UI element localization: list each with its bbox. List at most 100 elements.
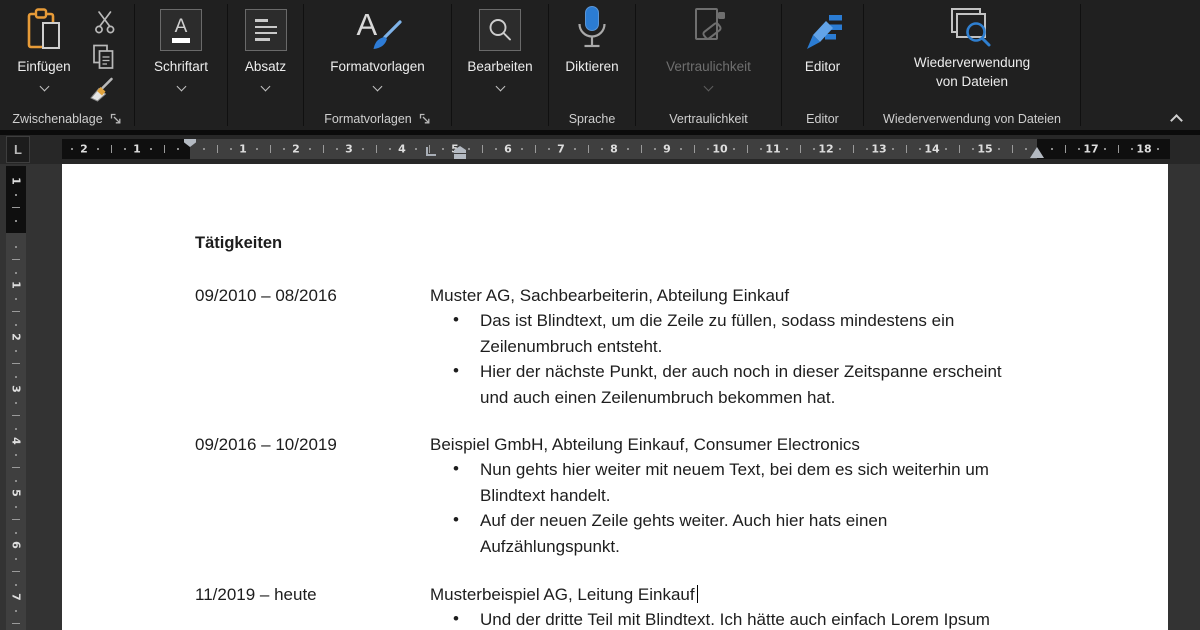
paragraph-icon <box>244 9 287 51</box>
sensitivity-group-label: Vertraulichkeit <box>669 112 748 126</box>
entry-title[interactable]: Beispiel GmbH, Abteilung Einkauf, Consum… <box>430 434 860 455</box>
copy-icon <box>92 44 113 69</box>
ruler-number: 12 <box>818 142 834 156</box>
ruler-tick <box>998 148 1001 150</box>
ruler-tick <box>375 145 377 153</box>
bullet-glyph[interactable]: • <box>453 309 459 330</box>
collapse-ribbon-button[interactable] <box>1170 113 1183 127</box>
cut-button[interactable] <box>90 6 120 38</box>
ruler-tick <box>110 145 112 153</box>
ruler-tick <box>1130 148 1133 150</box>
reuse-files-button[interactable]: Wiederverwendung von Dateien <box>864 2 1080 106</box>
tab-stop-marker[interactable] <box>426 147 436 156</box>
bullet-line[interactable]: Zeilenumbruch entsteht. <box>480 336 662 357</box>
ruler-tick <box>15 402 17 404</box>
bullet-line[interactable]: Und der dritte Teil mit Blindtext. Ich h… <box>480 609 990 630</box>
ruler-tick <box>15 194 17 196</box>
dictate-button-label: Diktieren <box>565 59 619 74</box>
ribbon-group-font: A Schriftart <box>135 0 227 130</box>
styles-button[interactable]: A Formatvorlagen <box>304 2 451 106</box>
ruler-tick <box>12 207 20 208</box>
ruler-number: 1 <box>239 142 247 156</box>
ruler-row: L 2 1 1 2 3 4 5 6 7 8 9 10 11 12 13 14 15 17 18 <box>0 135 1200 164</box>
paste-button[interactable]: Einfügen <box>2 2 86 106</box>
bullet-line[interactable]: Auf der neuen Zeile gehts weiter. Auch h… <box>480 510 887 531</box>
reuse-files-button-label: Wiederverwendung von Dateien <box>913 55 1031 89</box>
reuse-files-group-label: Wiederverwendung von Dateien <box>883 112 1061 126</box>
ruler-tick <box>150 148 153 150</box>
ruler-tick <box>746 145 748 153</box>
horizontal-ruler[interactable]: 2 1 1 2 3 4 5 6 7 8 9 10 11 12 13 14 15 17 18 <box>62 139 1170 159</box>
editor-button[interactable]: Editor <box>782 2 863 106</box>
ribbon-group-editing: Bearbeiten <box>452 0 548 130</box>
ruler-tick <box>176 148 179 150</box>
bullet-line[interactable]: und auch einen Zeilenumbruch bekommen ha… <box>480 387 835 408</box>
magnifier-icon <box>479 9 521 51</box>
ruler-tick <box>282 148 285 150</box>
bullet-line[interactable]: Aufzählungspunkt. <box>480 536 620 557</box>
bullet-glyph[interactable]: • <box>453 458 459 479</box>
sensitivity-icon <box>636 2 781 55</box>
ruler-tick <box>945 148 948 150</box>
entry-date[interactable]: 09/2016 – 10/2019 <box>195 434 337 455</box>
dialog-launcher-icon[interactable] <box>110 113 122 125</box>
ruler-number: 1 <box>9 281 23 289</box>
ruler-tick <box>759 148 762 150</box>
chevron-down-icon <box>39 81 49 92</box>
entry-title[interactable]: Muster AG, Sachbearbeiterin, Abteilung E… <box>430 285 789 306</box>
document-page[interactable]: Tätigkeiten 09/2010 – 08/2016 Muster AG, S… <box>62 164 1168 630</box>
copy-button[interactable] <box>88 40 118 72</box>
dictate-button[interactable]: Diktieren <box>549 2 635 106</box>
microphone-icon <box>549 2 635 55</box>
ruler-tick <box>12 363 20 364</box>
ruler-number: 4 <box>9 437 23 445</box>
editing-button[interactable]: Bearbeiten <box>452 2 548 106</box>
ruler-tick <box>733 148 736 150</box>
tab-selector[interactable]: L <box>6 136 30 163</box>
bullet-glyph[interactable]: • <box>453 360 459 381</box>
ruler-number: 17 <box>1083 142 1099 156</box>
editing-button-label: Bearbeiten <box>467 59 533 74</box>
ribbon-group-editor: Editor Editor <box>782 0 863 130</box>
document-heading[interactable]: Tätigkeiten <box>195 233 282 254</box>
ruler-tick <box>534 145 536 153</box>
ruler-number: 2 <box>80 142 88 156</box>
bullet-line[interactable]: Hier der nächste Punkt, der auch noch in… <box>480 361 1002 382</box>
left-indent-marker[interactable] <box>454 153 466 159</box>
ruler-tick <box>309 148 312 150</box>
ruler-tick <box>640 145 642 153</box>
bullet-line[interactable]: Blindtext handelt. <box>480 485 610 506</box>
ruler-tick <box>15 376 17 378</box>
bullet-line[interactable]: Das ist Blindtext, um die Zeile zu fülle… <box>480 310 954 331</box>
ruler-tick <box>680 148 683 150</box>
dialog-launcher-icon[interactable] <box>419 113 431 125</box>
format-painter-button[interactable] <box>86 73 116 105</box>
ruler-tick <box>203 148 206 150</box>
ruler-number: 14 <box>924 142 940 156</box>
ruler-number: 3 <box>345 142 353 156</box>
font-button[interactable]: A Schriftart <box>135 2 227 106</box>
ruler-number: 18 <box>1136 142 1152 156</box>
styles-icon: A <box>304 2 451 55</box>
ruler-number: 2 <box>9 333 23 341</box>
bullet-line[interactable]: Nun gehts hier weiter mit neuem Text, be… <box>480 459 989 480</box>
sensitivity-button[interactable]: Vertraulichkeit <box>636 2 781 106</box>
ruler-tick <box>12 623 20 624</box>
entry-date[interactable]: 11/2019 – heute <box>195 584 317 605</box>
entry-title[interactable]: Musterbeispiel AG, Leitung Einkauf <box>430 584 699 605</box>
format-painter-icon <box>89 77 113 102</box>
entry-date[interactable]: 09/2010 – 08/2016 <box>195 285 337 306</box>
ruler-number: 7 <box>557 142 565 156</box>
bullet-glyph[interactable]: • <box>453 608 459 629</box>
paragraph-button[interactable]: Absatz <box>228 2 303 106</box>
bullet-glyph[interactable]: • <box>453 509 459 530</box>
reuse-files-icon <box>864 2 1080 51</box>
ruler-tick <box>799 145 801 153</box>
paste-button-label: Einfügen <box>17 59 71 74</box>
chevron-down-icon <box>703 81 714 92</box>
ruler-tick <box>70 148 73 150</box>
vertical-ruler[interactable]: 1 1 2 3 4 5 6 7 <box>6 166 26 630</box>
ruler-number: 1 <box>133 142 141 156</box>
ruler-tick <box>15 454 17 456</box>
font-button-label: Schriftart <box>153 59 208 74</box>
